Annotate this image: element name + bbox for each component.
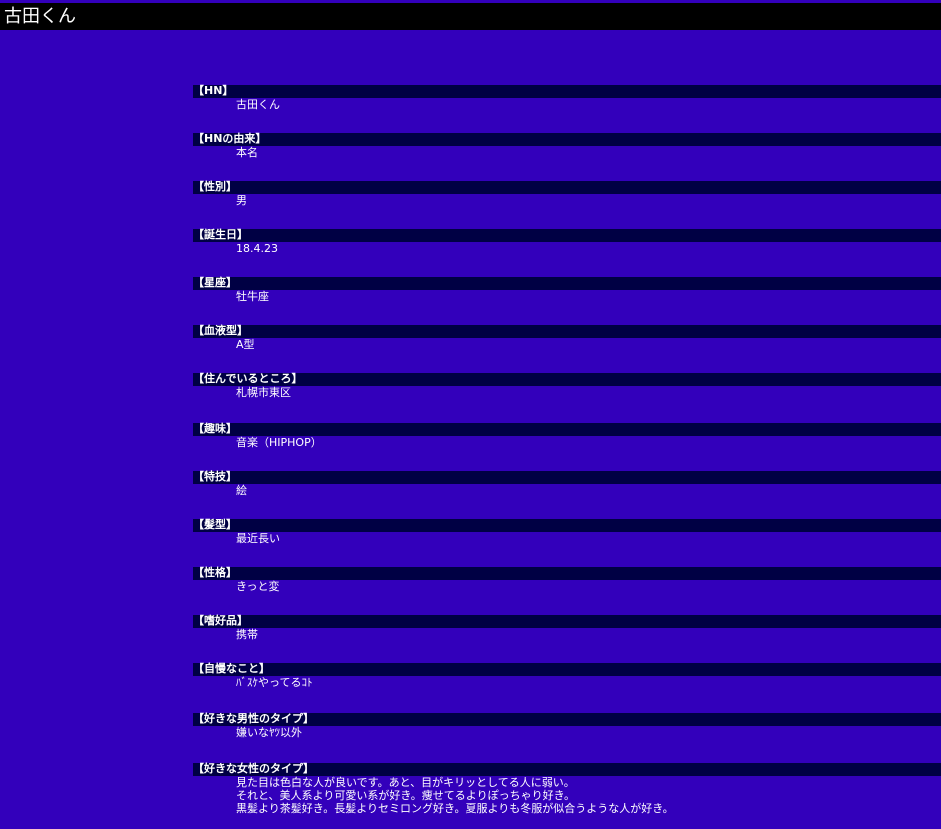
profile-field-personality: 【性格】 きっと変 (193, 566, 941, 615)
field-label: 【住んでいるところ】 (193, 372, 303, 385)
field-value: 見た目は色白な人が良いです。あと、目がキリッとしてる人に弱い。 それと、美人系よ… (193, 776, 941, 815)
field-header-bar: 【誕生日】 (193, 228, 941, 242)
profile-field-blood-type: 【血液型】 A型 (193, 324, 941, 373)
profile-field-favorite-item: 【嗜好品】 携帯 (193, 614, 941, 663)
profile-field-residence: 【住んでいるところ】 札幌市東区 (193, 372, 941, 423)
field-value: 音楽（HIPHOP） (236, 436, 322, 449)
field-label: 【自慢なこと】 (193, 662, 270, 675)
field-label: 【HN】 (193, 84, 234, 97)
field-value: 絵 (236, 484, 247, 497)
profile-field-hn: 【HN】 古田くん (193, 84, 941, 133)
field-label: 【血液型】 (193, 324, 248, 337)
field-value: 男 (236, 194, 247, 207)
page-title: 古田くん (4, 6, 76, 27)
field-value-line: 見た目は色白な人が良いです。あと、目がキリッとしてる人に弱い。 (236, 776, 575, 789)
field-value: 携帯 (236, 628, 258, 641)
field-header-bar: 【HN】 (193, 84, 941, 98)
field-header-bar: 【性別】 (193, 180, 941, 194)
profile-field-gender: 【性別】 男 (193, 180, 941, 229)
field-value: きっと変 (236, 580, 280, 593)
field-value: ﾊﾞｽｹやってるｺﾄ (236, 676, 313, 689)
field-label: 【趣味】 (193, 422, 237, 435)
field-header-bar: 【好きな男性のタイプ】 (193, 712, 941, 726)
field-value: 最近長い (236, 532, 280, 545)
profile-field-skill: 【特技】 絵 (193, 470, 941, 519)
field-label: 【誕生日】 (193, 228, 248, 241)
field-label: 【特技】 (193, 470, 237, 483)
profile-list: 【HN】 古田くん 【HNの由来】 本名 【性別】 男 【誕生日】 18.4.2… (193, 84, 941, 815)
field-label: 【星座】 (193, 276, 237, 289)
field-header-bar: 【好きな女性のタイプ】 (193, 762, 941, 776)
field-header-bar: 【HNの由来】 (193, 132, 941, 146)
field-value: 18.4.23 (236, 242, 278, 255)
field-header-bar: 【自慢なこと】 (193, 662, 941, 676)
field-value: 牡牛座 (236, 290, 269, 303)
field-header-bar: 【性格】 (193, 566, 941, 580)
field-label: 【性格】 (193, 566, 237, 579)
profile-field-pride: 【自慢なこと】 ﾊﾞｽｹやってるｺﾄ (193, 662, 941, 713)
field-value: A型 (236, 338, 255, 351)
field-value: 嫌いなﾔﾂ以外 (236, 726, 302, 739)
field-value: 本名 (236, 146, 258, 159)
profile-field-hn-origin: 【HNの由来】 本名 (193, 132, 941, 181)
profile-field-ideal-man: 【好きな男性のタイプ】 嫌いなﾔﾂ以外 (193, 712, 941, 763)
profile-field-zodiac: 【星座】 牡牛座 (193, 276, 941, 325)
field-label: 【好きな男性のタイプ】 (193, 712, 314, 725)
field-label: 【性別】 (193, 180, 237, 193)
profile-field-hairstyle: 【髪型】 最近長い (193, 518, 941, 567)
field-value-line: 黒髪より茶髪好き。長髪よりセミロング好き。夏服よりも冬服が似合うような人が好き。 (236, 802, 674, 815)
profile-field-ideal-woman: 【好きな女性のタイプ】 見た目は色白な人が良いです。あと、目がキリッとしてる人に… (193, 762, 941, 815)
profile-field-hobby: 【趣味】 音楽（HIPHOP） (193, 422, 941, 471)
field-header-bar: 【嗜好品】 (193, 614, 941, 628)
field-header-bar: 【特技】 (193, 470, 941, 484)
field-value: 札幌市東区 (236, 386, 291, 399)
field-label: 【好きな女性のタイプ】 (193, 762, 314, 775)
field-label: 【髪型】 (193, 518, 237, 531)
page-title-bar: 古田くん (0, 3, 941, 30)
field-header-bar: 【住んでいるところ】 (193, 372, 941, 386)
field-header-bar: 【趣味】 (193, 422, 941, 436)
profile-field-birthday: 【誕生日】 18.4.23 (193, 228, 941, 277)
field-value-line: それと、美人系より可愛い系が好き。痩せてるよりぽっちゃり好き。 (236, 789, 576, 802)
field-header-bar: 【血液型】 (193, 324, 941, 338)
field-header-bar: 【髪型】 (193, 518, 941, 532)
field-value: 古田くん (236, 98, 280, 111)
field-header-bar: 【星座】 (193, 276, 941, 290)
field-label: 【嗜好品】 (193, 614, 248, 627)
field-label: 【HNの由来】 (193, 132, 267, 145)
